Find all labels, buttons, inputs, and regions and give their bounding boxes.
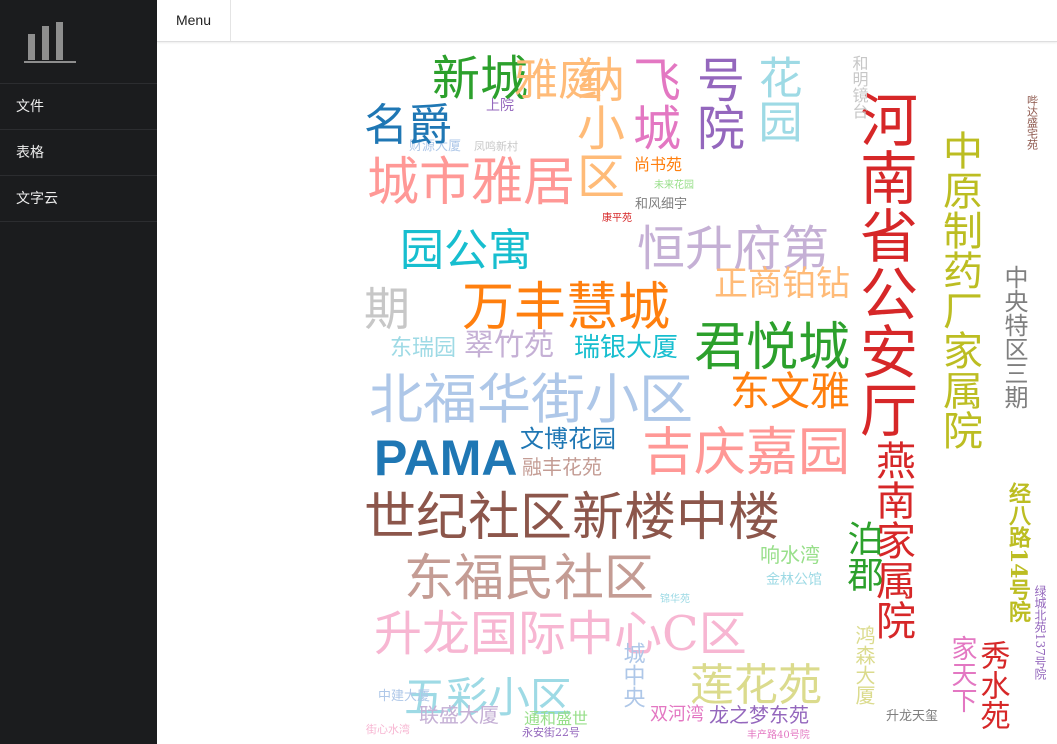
word-cloud-word: 东文雅: [730, 369, 850, 415]
word-cloud-word: 正商铂钻: [714, 264, 850, 304]
word-cloud-word: 瑞银大厦: [574, 333, 678, 363]
word-cloud: 河南省公安厅 中原制药厂家属院 燕南家属院 中央特区三期 经八路14号院 秀水苑 家天下 泊郡…: [364, 50, 1046, 744]
word-cloud-word: PAMA: [374, 430, 518, 486]
top-menu-bar: Menu: [157, 0, 1057, 42]
word-cloud-word: 期: [364, 282, 410, 336]
word-cloud-word: 凤鸣新村: [474, 139, 518, 153]
word-cloud-word: 河南省公安厅: [850, 90, 918, 438]
word-cloud-word: 和风细宇: [635, 197, 687, 212]
word-cloud-word: 康平苑: [602, 211, 632, 224]
word-cloud-word: 鸿森大厦: [852, 625, 876, 705]
word-cloud-word: 世纪社区新楼中楼: [364, 488, 780, 548]
word-cloud-word: 名爵: [364, 100, 452, 151]
word-cloud-word: 飞城: [624, 55, 680, 151]
word-cloud-word: 升龙天玺: [886, 709, 938, 724]
word-cloud-word: 泊郡: [842, 520, 884, 592]
logo: [0, 0, 157, 84]
word-cloud-word: 城中央: [620, 642, 646, 708]
word-cloud-word: 双河湾: [650, 704, 704, 725]
word-cloud-word: 纳小区: [568, 55, 624, 199]
word-cloud-word: 中原制药厂家属院: [936, 130, 982, 450]
sidebar-item-wordcloud[interactable]: 文字云: [0, 176, 157, 222]
word-cloud-word: 联盛大厦: [419, 703, 499, 727]
word-cloud-word: 上院: [486, 98, 514, 114]
word-cloud-word: 吉庆嘉园: [642, 423, 850, 483]
word-cloud-word: 文博花园: [520, 425, 616, 453]
word-cloud-word: 翠竹苑: [464, 328, 554, 363]
word-cloud-word: 北福华街小区: [369, 368, 693, 431]
word-cloud-word: 和明镜台: [850, 55, 869, 119]
word-cloud-word: 街心水湾: [366, 722, 410, 736]
sidebar: 文件 表格 文字云: [0, 0, 157, 744]
word-cloud-word: 响水湾: [760, 543, 820, 567]
word-cloud-word: 号院: [688, 55, 744, 151]
word-cloud-word: 锦华苑: [660, 592, 690, 605]
word-cloud-word: 丰产路40号院: [747, 728, 810, 741]
word-cloud-word: 未来花园: [654, 178, 694, 191]
word-cloud-word: 金林公馆: [766, 572, 822, 588]
word-cloud-word: 龙之梦东苑: [709, 703, 809, 727]
word-cloud-word: 城市雅居: [367, 153, 575, 213]
bar-chart-icon: [24, 22, 76, 63]
word-cloud-word: 园公寓: [400, 225, 532, 276]
menu-button[interactable]: Menu: [157, 0, 231, 41]
word-cloud-word: 融丰花苑: [522, 455, 602, 479]
word-cloud-canvas: 河南省公安厅 中原制药厂家属院燕南家属院中央特区三期经八路14号院秀水苑家天下泊郡…: [364, 51, 1046, 741]
word-cloud-word: 绿城北苑137号院: [1033, 584, 1046, 680]
word-cloud-word: 哔达盛宅苑: [1026, 95, 1039, 151]
word-cloud-word: 秀水苑: [975, 640, 1011, 730]
word-cloud-word: 尚书苑: [634, 155, 682, 174]
sidebar-item-table[interactable]: 表格: [0, 130, 157, 176]
word-cloud-word: 中建大厦: [378, 689, 430, 704]
sidebar-item-file[interactable]: 文件: [0, 84, 157, 130]
word-cloud-word: 永安街22号: [522, 725, 580, 739]
word-cloud-word: 家天下: [947, 635, 977, 713]
word-cloud-word: 升龙国际中心C区: [374, 606, 747, 662]
word-cloud-word: 东福民社区: [404, 549, 654, 607]
word-cloud-word: 中央特区三期: [1000, 265, 1028, 409]
word-cloud-word: 花园: [751, 55, 802, 143]
word-cloud-word: 东瑞园: [390, 336, 456, 361]
word-cloud-word: 经八路14号院: [1005, 481, 1031, 624]
